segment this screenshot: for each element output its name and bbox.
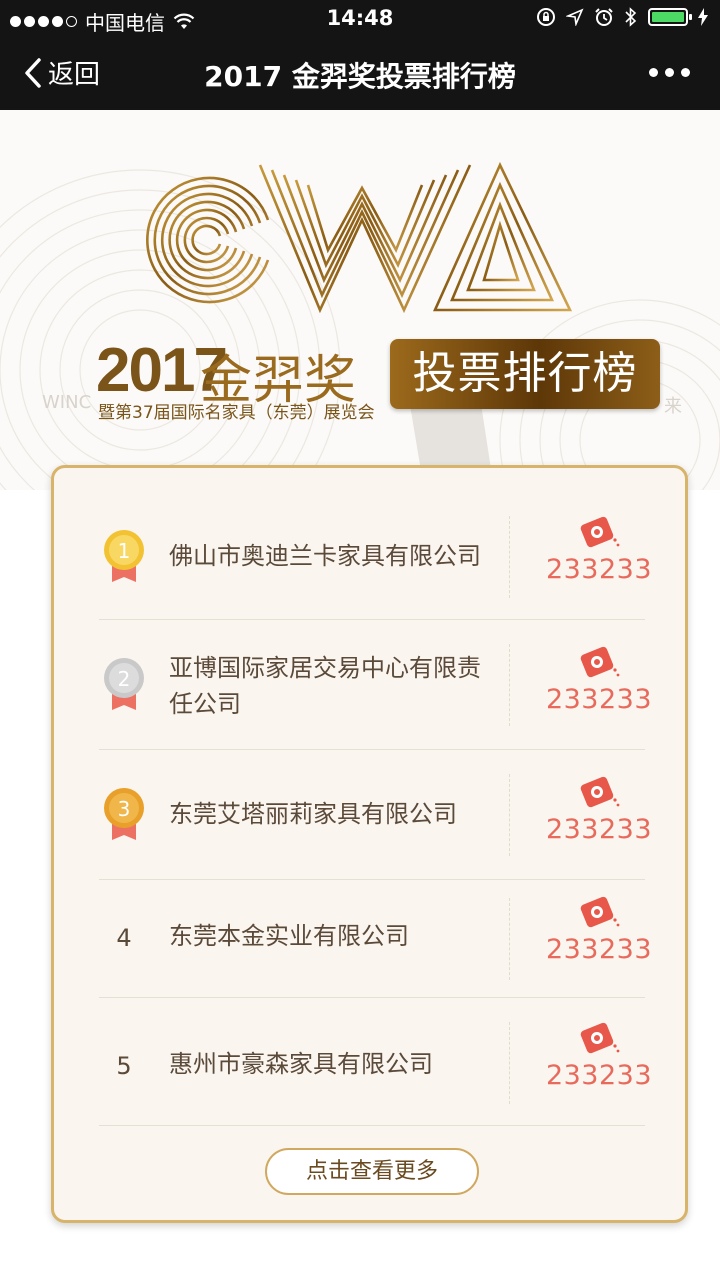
rank-number: 4 bbox=[116, 924, 132, 952]
company-name: 惠州市豪森家具有限公司 bbox=[169, 1050, 433, 1078]
ranking-row[interactable]: 3 东莞艾塔丽莉家具有限公司 233233 bbox=[99, 750, 652, 880]
vote-button[interactable]: 233233 bbox=[539, 644, 659, 715]
battery-icon bbox=[648, 8, 692, 26]
rotation-lock-icon bbox=[537, 8, 555, 26]
medal-number: 3 bbox=[118, 797, 131, 821]
ranking-row[interactable]: 5 惠州市豪森家具有限公司 233233 bbox=[99, 998, 652, 1126]
medal-number: 1 bbox=[118, 539, 131, 563]
vote-button[interactable]: 233233 bbox=[539, 1020, 659, 1091]
alarm-icon bbox=[595, 8, 613, 26]
view-more-button[interactable]: 点击查看更多 bbox=[265, 1148, 479, 1195]
vote-count: 233233 bbox=[545, 934, 653, 965]
status-right bbox=[536, 7, 708, 27]
more-dots-icon[interactable] bbox=[649, 68, 690, 77]
vote-ticket-icon bbox=[580, 896, 620, 928]
vote-count: 233233 bbox=[545, 814, 653, 845]
vote-ticket-icon bbox=[580, 646, 620, 678]
row-divider bbox=[509, 1022, 510, 1104]
vote-button[interactable]: 233233 bbox=[539, 774, 659, 845]
faded-text-right: 来 bbox=[664, 396, 682, 417]
row-divider bbox=[509, 516, 510, 598]
company-name: 东莞本金实业有限公司 bbox=[169, 922, 409, 950]
location-icon bbox=[566, 8, 584, 26]
vote-count: 233233 bbox=[545, 554, 653, 585]
banner-subtitle: 暨第37届国际名家具（东莞）展览会 bbox=[98, 403, 375, 423]
company-name: 东莞艾塔丽莉家具有限公司 bbox=[169, 800, 457, 828]
silver-medal-icon: 2 bbox=[99, 656, 149, 716]
cwa-logo bbox=[146, 161, 573, 314]
gold-medal-icon: 1 bbox=[99, 528, 149, 588]
banner: 2017 金羿奖 暨第37届国际名家具（东莞）展览会 投票排行榜 WINC 来 bbox=[0, 110, 720, 490]
vote-ticket-icon bbox=[580, 1022, 620, 1054]
ranking-row[interactable]: 2 亚博国际家居交易中心有限责任公司 233233 bbox=[99, 620, 652, 750]
ranking-row[interactable]: 4 东莞本金实业有限公司 233233 bbox=[99, 880, 652, 998]
company-name: 佛山市奥迪兰卡家具有限公司 bbox=[169, 542, 481, 570]
vote-ticket-icon bbox=[580, 776, 620, 808]
nav-bar: 返回 2017 金羿奖投票排行榜 bbox=[0, 38, 720, 110]
ranking-card: 1 佛山市奥迪兰卡家具有限公司 233233 2 亚博国际家居交易中心有限责任公… bbox=[51, 465, 688, 1223]
vote-button[interactable]: 233233 bbox=[539, 514, 659, 585]
status-bar: 中国电信 14:48 bbox=[0, 0, 720, 38]
bronze-medal-icon: 3 bbox=[99, 786, 149, 846]
row-divider bbox=[509, 774, 510, 856]
ranking-row[interactable]: 1 佛山市奥迪兰卡家具有限公司 233233 bbox=[99, 492, 652, 620]
vote-count: 233233 bbox=[545, 1060, 653, 1091]
charging-icon bbox=[698, 8, 708, 26]
row-divider bbox=[509, 644, 510, 726]
vote-count: 233233 bbox=[545, 684, 653, 715]
medal-number: 2 bbox=[118, 667, 131, 691]
vote-button[interactable]: 233233 bbox=[539, 894, 659, 965]
company-name: 亚博国际家居交易中心有限责任公司 bbox=[169, 654, 481, 718]
vote-ticket-icon bbox=[580, 516, 620, 548]
ranking-badge: 投票排行榜 bbox=[390, 339, 660, 409]
page-title: 2017 金羿奖投票排行榜 bbox=[204, 60, 516, 93]
row-divider bbox=[509, 898, 510, 980]
bluetooth-icon bbox=[625, 7, 637, 27]
rank-number: 5 bbox=[116, 1052, 132, 1080]
faded-text-left: WINC bbox=[42, 392, 92, 413]
